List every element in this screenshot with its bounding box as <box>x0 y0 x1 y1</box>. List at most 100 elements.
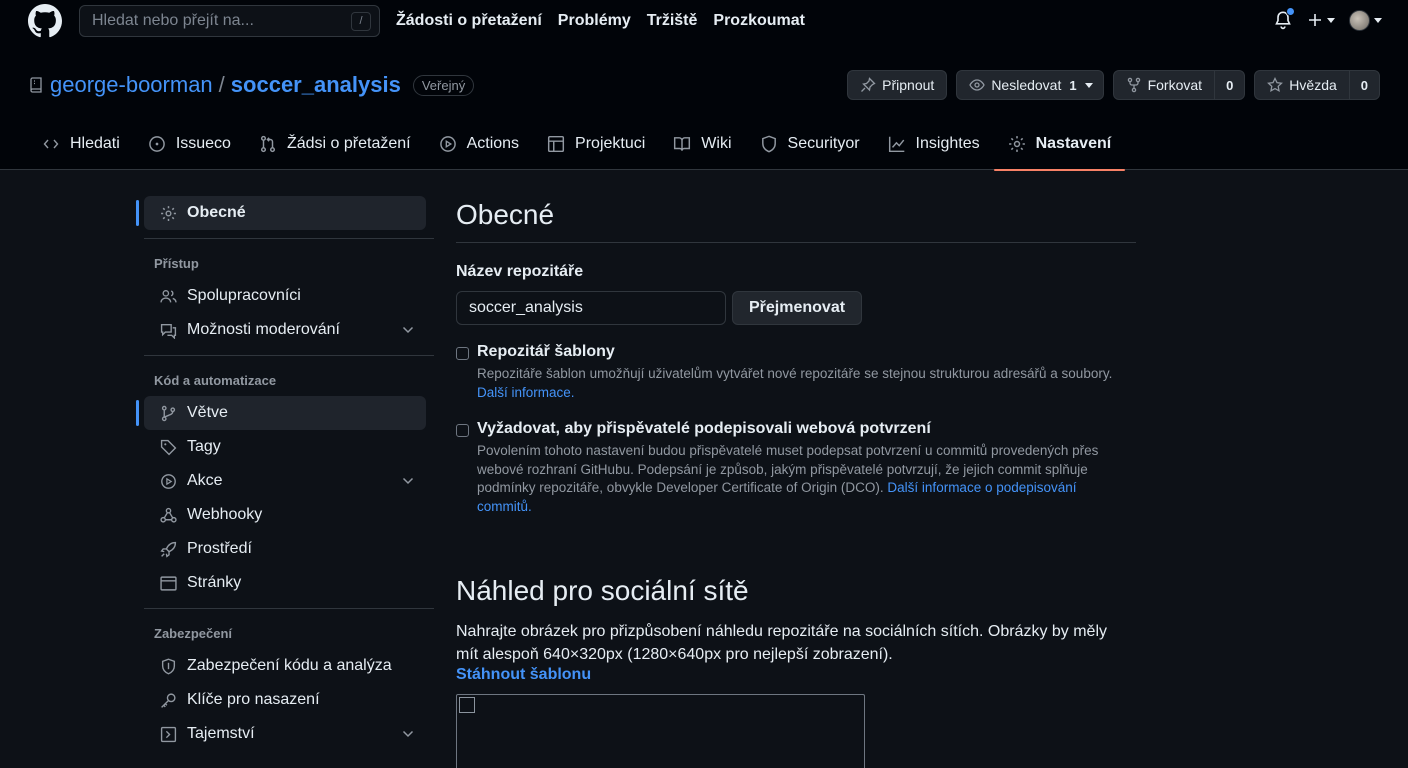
people-icon <box>160 289 177 302</box>
key-icon <box>161 692 176 708</box>
social-preview-image[interactable] <box>456 694 865 768</box>
sidebar-item-branches[interactable]: Větve <box>136 396 426 430</box>
pull-request-icon <box>260 135 275 153</box>
repo-separator: / <box>218 72 225 97</box>
sidebar-divider <box>144 238 434 239</box>
sidebar-item-label: Webhooky <box>187 506 263 523</box>
template-repo-checkbox[interactable] <box>456 347 469 360</box>
pin-button[interactable]: Připnout <box>847 70 948 100</box>
watch-count: 1 <box>1069 77 1077 93</box>
global-nav: Žádosti o přetažení Problémy Tržiště Pro… <box>396 10 805 32</box>
play-icon <box>161 473 176 489</box>
repo-icon <box>30 77 42 93</box>
tab-code[interactable]: Hledati <box>28 118 134 170</box>
settings-sidebar: Obecné Přístup Spolupracovníci Možnosti … <box>136 196 434 751</box>
user-menu-button[interactable] <box>1349 9 1382 31</box>
tab-code-label: Hledati <box>70 135 120 152</box>
create-new-button[interactable] <box>1307 12 1335 28</box>
comment-icon <box>160 323 177 339</box>
nav-explore[interactable]: Prozkoumat <box>713 10 805 32</box>
signoff-option: Vyžadovat, aby přispěvatelé podepisovali… <box>456 420 1136 516</box>
sidebar-item-environments[interactable]: Prostředí <box>144 532 426 566</box>
global-search-input[interactable]: Hledat nebo přejít na... / <box>79 5 380 37</box>
sidebar-heading-access: Přístup <box>154 255 199 271</box>
plus-icon <box>1309 14 1321 26</box>
sidebar-item-label: Prostředí <box>187 540 252 557</box>
sidebar-item-actions[interactable]: Akce <box>144 464 426 498</box>
tab-security[interactable]: Securityor <box>746 118 874 170</box>
search-shortcut-key: / <box>351 12 371 31</box>
sidebar-item-label: Tagy <box>187 438 221 455</box>
sidebar-item-webhooks[interactable]: Webhooky <box>144 498 426 532</box>
download-template-link[interactable]: Stáhnout šablonu <box>456 666 1136 684</box>
nav-marketplace[interactable]: Tržiště <box>647 10 698 32</box>
rocket-icon <box>160 541 177 558</box>
repo-name-link[interactable]: soccer_analysis <box>231 72 401 98</box>
page-title: Obecné <box>456 199 555 230</box>
unwatch-button[interactable]: Nesledovat 1 <box>956 70 1104 100</box>
tab-actions-label: Actions <box>466 135 520 152</box>
tab-insights[interactable]: Insightes <box>874 118 994 170</box>
sidebar-item-label: Klíče pro nasazení <box>187 691 320 708</box>
gear-icon <box>161 205 176 221</box>
table-icon <box>548 135 565 153</box>
visibility-badge: Veřejný <box>412 74 475 96</box>
sidebar-item-tags[interactable]: Tagy <box>144 430 426 464</box>
tab-settings-label: Nastavení <box>1035 135 1112 152</box>
fork-count: 0 <box>1214 71 1244 99</box>
sidebar-item-label: Spolupracovníci <box>187 287 301 304</box>
sidebar-item-secrets[interactable]: Tajemství <box>144 717 426 751</box>
watch-dropdown[interactable] <box>1081 71 1103 99</box>
branch-icon <box>161 405 176 421</box>
search-placeholder: Hledat nebo přejít na... <box>92 12 254 29</box>
global-header: Hledat nebo přejít na... / Žádosti o pře… <box>0 0 1408 52</box>
fork-button[interactable]: Forkovat 0 <box>1112 70 1246 100</box>
tab-pull-requests[interactable]: Žádsi o přetažení <box>245 118 425 170</box>
eye-icon <box>969 79 986 91</box>
webhook-icon <box>160 507 177 523</box>
repo-name-input[interactable]: soccer_analysis <box>456 291 726 325</box>
shield-icon <box>161 658 176 674</box>
pin-icon <box>861 77 876 92</box>
sidebar-item-label: Větve <box>187 404 228 421</box>
rename-button[interactable]: Přejmenovat <box>732 291 863 325</box>
tab-wiki[interactable]: Wiki <box>659 118 745 170</box>
title-divider <box>456 242 1136 243</box>
chevron-down-icon <box>1084 82 1093 88</box>
sidebar-item-collaborators[interactable]: Spolupracovníci <box>144 279 426 313</box>
chevron-down-icon <box>1374 17 1382 23</box>
avatar <box>1349 9 1370 31</box>
nav-pull-requests[interactable]: Žádosti o přetažení <box>396 10 542 32</box>
key-asterisk-icon <box>160 726 177 742</box>
repo-owner-link[interactable]: george-boorman <box>50 72 213 98</box>
issue-icon <box>148 136 165 152</box>
sidebar-item-moderation[interactable]: Možnosti moderování <box>144 313 426 347</box>
sidebar-item-general[interactable]: Obecné <box>136 196 426 230</box>
sidebar-item-code-security[interactable]: Zabezpečení kódu a analýza <box>144 649 426 683</box>
unread-indicator <box>1286 7 1295 16</box>
chevron-down-icon <box>402 326 414 334</box>
tab-settings[interactable]: Nastavení <box>993 118 1126 171</box>
sidebar-item-label: Možnosti moderování <box>187 321 340 338</box>
sidebar-divider <box>144 355 434 356</box>
notifications-button[interactable] <box>1273 7 1295 31</box>
github-logo-icon[interactable] <box>28 4 62 38</box>
star-button[interactable]: Hvězda 0 <box>1254 70 1380 100</box>
tab-security-label: Securityor <box>787 135 860 152</box>
tab-pull-requests-label: Žádsi o přetažení <box>286 135 411 152</box>
sidebar-item-deploy-keys[interactable]: Klíče pro nasazení <box>144 683 426 717</box>
book-icon <box>674 137 691 151</box>
chevron-down-icon <box>402 730 414 738</box>
sidebar-item-pages[interactable]: Stránky <box>144 566 426 600</box>
repo-actions: Připnout Nesledovat 1 Forkovat 0 Hvězda … <box>847 70 1380 100</box>
star-count: 0 <box>1348 71 1379 99</box>
sidebar-heading-security: Zabezpečení <box>154 625 233 641</box>
tab-issues[interactable]: Issueco <box>134 118 245 170</box>
signoff-title: Vyžadovat, aby přispěvatelé podepisovali… <box>477 420 931 437</box>
nav-issues[interactable]: Problémy <box>558 10 631 32</box>
tab-actions[interactable]: Actions <box>425 118 533 170</box>
tab-projects[interactable]: Projektuci <box>533 118 659 170</box>
tab-insights-label: Insightes <box>915 135 980 152</box>
template-learn-more-link[interactable]: Další informace. <box>477 385 575 400</box>
signoff-checkbox[interactable] <box>456 424 469 437</box>
